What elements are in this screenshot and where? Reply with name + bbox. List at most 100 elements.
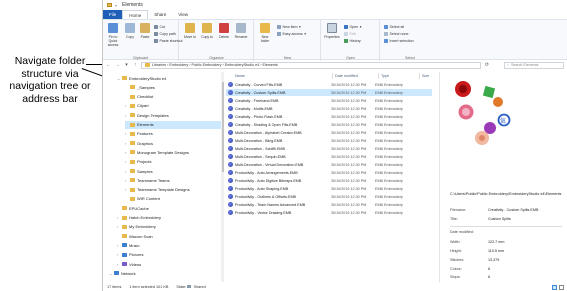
tab-file[interactable]: File [103,10,123,19]
nav-tree-item[interactable]: _Samples [125,83,221,91]
chevron-right-icon[interactable]: › [125,113,128,118]
chevron-right-icon[interactable]: › [125,141,128,146]
refresh-icon[interactable]: ⟳ [483,62,491,69]
stops-value: 6 [488,275,491,279]
up-arrow-icon[interactable]: ↑ [132,62,139,69]
back-arrow-icon[interactable]: ← [105,62,112,69]
file-row[interactable]: Creativity - Motifs.EMB 30/10/2019 12:30 … [226,105,432,112]
search-box[interactable]: ⌕ Search Elements [504,61,564,69]
file-row[interactable]: Creativity - Custom Splits.EMB 30/10/2019… [226,89,432,97]
open-button[interactable]: Open ▾ [344,23,362,30]
chevron-right-icon[interactable]: › [117,262,120,267]
nav-tree-item[interactable]: › Design Templates [125,111,221,119]
edit-button[interactable]: Edit [344,30,356,37]
column-size[interactable]: Size [422,72,429,80]
nav-tree-item[interactable]: › My Embroidery [117,223,221,231]
file-row[interactable]: Productivity - Auto Digitize Bitmaps.EMB… [226,177,432,184]
chevron-right-icon[interactable]: › [125,103,128,108]
chevron-right-icon[interactable]: › [125,187,128,192]
chevron-right-icon[interactable]: › [125,159,128,164]
column-divider[interactable] [419,73,420,79]
pin-label: Pin to Quick access [107,35,119,47]
nav-tree-item[interactable]: › Hatch Embroidery [117,214,221,222]
chevron-right-icon[interactable]: › [125,131,128,136]
chevron-right-icon[interactable]: › [125,178,128,183]
paste-shortcut-button[interactable]: Paste shortcut [154,37,182,44]
nav-tree-item[interactable]: › Videos [117,260,221,268]
nav-tree-item[interactable]: WIR Content [125,195,221,203]
nav-tree-item[interactable]: ⌄ EmbroideryStudio e4 [117,74,221,82]
column-name[interactable]: Name [235,72,245,80]
copy-button[interactable]: Copy [122,23,138,49]
nav-tree-item[interactable]: EPUCache [117,204,221,212]
file-row[interactable]: Productivity - Vector Drawing.EMB 30/10/2… [226,209,432,216]
nav-tree-item[interactable]: › Samples [125,167,221,175]
tab-home[interactable]: Home [122,10,149,19]
tab-share[interactable]: Share [148,10,172,19]
pin-quick-access-button[interactable]: Pin to Quick access [105,23,121,49]
nav-scrollbar[interactable] [221,72,224,282]
file-row[interactable]: Multi-Decoration - Virtual Decoration.EM… [226,161,432,168]
details-view-icon[interactable] [552,284,557,290]
file-row[interactable]: Multi-Decoration - Alphabet Creator.EMB 3… [226,129,432,136]
new-item-button[interactable]: New item ▾ [277,23,301,30]
large-icons-view-icon[interactable] [559,284,564,290]
copy-path-button[interactable]: Copy path [154,30,176,37]
nav-tree-item[interactable]: ⌄ Network [109,269,221,277]
properties-button[interactable]: Properties [324,23,340,49]
nav-tree-item[interactable]: Elements [125,120,221,129]
rename-button[interactable]: Rename [233,23,249,49]
easy-access-button[interactable]: Easy access ▾ [277,30,306,37]
forward-arrow-icon[interactable]: → [114,62,121,69]
delete-button[interactable]: Delete [216,23,232,49]
nav-tree-item[interactable]: › Teamname Teams [125,176,221,184]
nav-tree-item[interactable]: › Graphics [125,139,221,147]
copy-to-button[interactable]: Copy to [199,23,215,49]
tab-view[interactable]: View [172,10,194,19]
nav-tree-item[interactable]: › Features [125,130,221,138]
chevron-right-icon[interactable]: › [125,150,128,155]
file-row[interactable]: Creativity - Curved Fills.EMB 30/10/2019 … [226,81,432,88]
cut-button[interactable]: Cut [154,23,165,30]
file-row[interactable]: Productivity - Auto Shaping.EMB 30/10/201… [226,185,432,192]
history-button[interactable]: History [344,37,361,44]
nav-tree-item[interactable]: Checklist [125,93,221,101]
nav-scroll-thumb[interactable] [221,82,224,172]
file-row[interactable]: Creativity - Photo Flash.EMB 30/10/2019 1… [226,113,432,120]
nav-tree-item[interactable]: › Music [117,241,221,249]
quick-access-toolbar[interactable]: ▾ [115,3,117,8]
nav-tree-item[interactable]: › Monogram Template Designs [125,148,221,156]
column-date-modified[interactable]: Date modified [335,72,358,80]
select-none-button[interactable]: Select none [384,30,408,37]
move-to-button[interactable]: Move to [182,23,198,49]
file-row[interactable]: Multi-Decoration - Bling.EMB 30/10/2019 1… [226,137,432,144]
file-row[interactable]: Productivity - Auto Arrangements.EMB 30/1… [226,169,432,176]
nav-tree-item[interactable]: › Projects [125,158,221,166]
file-row[interactable]: Productivity - Team Names Advanced.EMB 30… [226,201,432,208]
chevron-right-icon[interactable]: › [117,224,120,229]
address-bar[interactable]: Libraries › Embroidery › Public Embroide… [141,61,481,69]
column-divider[interactable] [378,73,379,79]
nav-tree-item[interactable]: › Pictures [117,251,221,259]
chevron-down-icon[interactable]: ⌄ [109,271,112,276]
recent-locations-icon[interactable]: ▾ [123,62,130,69]
file-row[interactable]: Multi-Decoration - Schiffli.EMB 30/10/201… [226,145,432,152]
file-row[interactable]: Creativity - Freehand.EMB 30/10/2019 12:3… [226,97,432,104]
paste-button[interactable]: Paste [137,23,153,49]
nav-tree-item[interactable]: Wacom Scan [117,232,221,240]
chevron-right-icon[interactable]: › [117,215,120,220]
select-all-button[interactable]: Select all [384,23,404,30]
file-row[interactable]: Creativity - Shading & Open Fills.EMB 30/… [226,121,432,128]
column-type[interactable]: Type [381,72,389,80]
nav-tree-item[interactable]: › Clipart [125,102,221,110]
new-folder-button[interactable]: New folder [257,23,273,49]
nav-tree-item[interactable]: › Teamname Template Designs [125,186,221,194]
chevron-right-icon[interactable]: › [117,252,120,257]
chevron-right-icon[interactable]: › [117,243,120,248]
chevron-down-icon[interactable]: ⌄ [117,76,120,81]
invert-selection-button[interactable]: Invert selection [384,37,414,44]
file-row[interactable]: Productivity - Outlines & Offsets.EMB 30/… [226,193,432,200]
column-divider[interactable] [332,73,333,79]
file-row[interactable]: Multi-Decoration - Sequin.EMB 30/10/2019 … [226,153,432,160]
chevron-right-icon[interactable]: › [125,169,128,174]
